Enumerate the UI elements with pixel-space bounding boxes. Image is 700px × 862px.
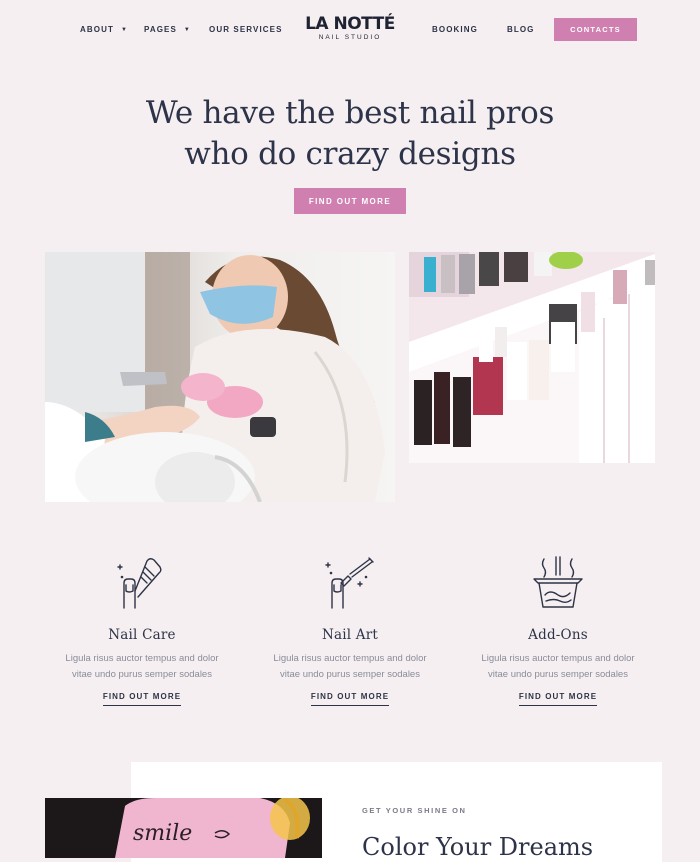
nav-our-services[interactable]: OUR SERVICES	[209, 25, 283, 34]
caret-down-icon: ▼	[183, 27, 191, 33]
service-find-out-more-link[interactable]: FIND OUT MORE	[310, 692, 390, 706]
logo-tagline: NAIL STUDIO	[318, 34, 382, 41]
nail-file-icon	[117, 558, 162, 609]
service-description: Ligula risus auctor tempus and dolor vit…	[250, 651, 450, 682]
nav-pages-label: PAGES	[144, 25, 177, 34]
service-add-ons: Add-Ons Ligula risus auctor tempus and d…	[458, 555, 658, 706]
logo-wordmark: LA NOTTÉ	[305, 14, 395, 34]
nav-blog[interactable]: BLOG	[507, 25, 535, 34]
nav-about-label: ABOUT	[80, 25, 114, 34]
section-title: Color Your Dreams	[362, 833, 594, 861]
section-eyebrow: GET YOUR SHINE ON	[362, 806, 467, 815]
contacts-button[interactable]: CONTACTS	[554, 18, 637, 41]
service-description-line: Ligula risus auctor tempus and dolor	[481, 653, 635, 664]
service-description: Ligula risus auctor tempus and dolor vit…	[42, 651, 242, 682]
service-find-out-more-link[interactable]: FIND OUT MORE	[102, 692, 182, 706]
service-description-line: vitae undo purus semper sodales	[72, 668, 212, 680]
top-navigation: ABOUT ▼ PAGES ▼ OUR SERVICES LA NOTTÉ NAIL…	[0, 0, 700, 60]
service-title: Nail Art	[321, 627, 378, 643]
service-description-line: vitae undo purus semper sodales	[280, 668, 420, 680]
service-description-line: Ligula risus auctor tempus and dolor	[65, 653, 219, 664]
hero-find-out-more-button[interactable]: FIND OUT MORE	[294, 188, 406, 214]
caret-down-icon: ▼	[120, 27, 128, 33]
service-find-out-more-link[interactable]: FIND OUT MORE	[518, 692, 598, 706]
manicurist-photo	[45, 252, 395, 502]
hero-title: We have the best nail pros who do crazy …	[0, 93, 700, 175]
nail-polish-shelf-photo	[409, 252, 655, 463]
site-logo[interactable]: LA NOTTÉ NAIL STUDIO	[300, 14, 400, 41]
service-nail-art: Nail Art Ligula risus auctor tempus and …	[250, 555, 450, 706]
photo-lettering: smile	[133, 821, 192, 846]
service-description: Ligula risus auctor tempus and dolor vit…	[458, 651, 658, 682]
hero-title-line-1: We have the best nail pros	[145, 95, 555, 131]
smile-nails-illustration: smile	[45, 798, 322, 858]
polish-shelf-illustration	[409, 252, 655, 463]
nail-brush-icon	[325, 557, 374, 609]
soak-bowl-icon	[533, 556, 583, 608]
nav-pages[interactable]: PAGES ▼	[144, 25, 191, 34]
smile-nails-photo: smile	[45, 798, 322, 858]
manicurist-illustration	[45, 252, 395, 502]
nav-about[interactable]: ABOUT ▼	[80, 25, 128, 34]
service-title: Nail Care	[108, 627, 176, 643]
service-description-line: vitae undo purus semper sodales	[488, 668, 628, 680]
nav-booking[interactable]: BOOKING	[432, 25, 478, 34]
service-description-line: Ligula risus auctor tempus and dolor	[273, 653, 427, 664]
service-title: Add-Ons	[528, 627, 588, 643]
service-nail-care: Nail Care Ligula risus auctor tempus and…	[42, 555, 242, 706]
hero-title-line-2: who do crazy designs	[184, 136, 516, 172]
